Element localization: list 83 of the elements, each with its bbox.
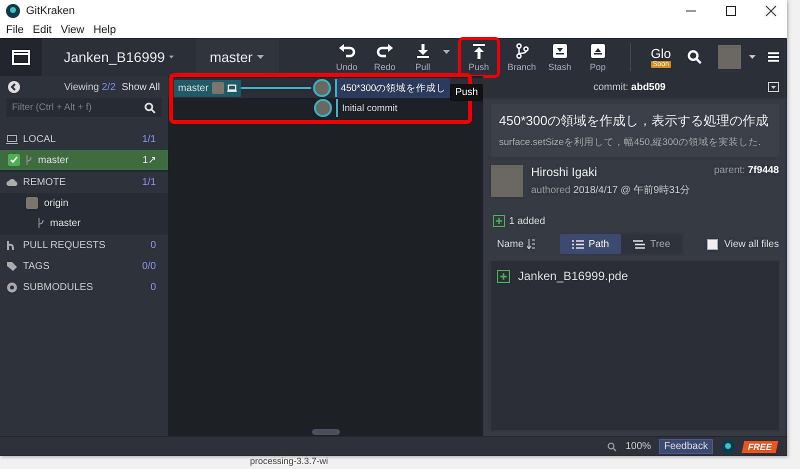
parent-commit[interactable]: parent: 7f9448 <box>714 165 779 176</box>
sort-icon <box>526 239 535 249</box>
collapse-icon[interactable] <box>8 81 20 93</box>
app-logo-icon <box>6 4 20 18</box>
author-name: Hiroshi Igaki <box>531 165 598 179</box>
app-logo-icon <box>720 440 735 454</box>
sort-by-name-button[interactable]: Name <box>497 238 535 250</box>
remote-item[interactable]: origin <box>0 193 168 213</box>
menu-icon[interactable] <box>768 52 779 62</box>
menu-item[interactable]: Edit <box>32 24 52 36</box>
added-icon <box>497 270 510 282</box>
branch-icon <box>26 155 32 165</box>
push-button[interactable]: Push <box>460 40 497 74</box>
branch-item[interactable]: master 1↗ <box>0 150 168 170</box>
branch-button[interactable]: Branch <box>504 40 540 74</box>
pop-icon <box>588 42 607 58</box>
commit-row[interactable]: Initial commit <box>168 98 483 118</box>
redo-button[interactable]: Redo <box>366 40 403 74</box>
authored-date: authored 2018/4/17 @ 午前9時31分 <box>531 184 690 197</box>
commit-message: Initial commit <box>341 102 398 116</box>
menu-item[interactable]: View <box>60 24 84 36</box>
feedback-button[interactable]: Feedback <box>659 439 713 454</box>
avatar-placeholder <box>212 82 224 94</box>
free-plan-badge[interactable]: FREE <box>742 440 778 452</box>
cloud-icon <box>6 177 18 188</box>
viewing-count: Viewing 2/2 <box>64 82 116 92</box>
tree-list-icon <box>633 240 646 248</box>
commit-summary: 450*300の領域を作成し，表示する処理の作成 <box>499 112 770 130</box>
added-count: 1 added <box>509 216 546 226</box>
added-icon <box>493 215 505 227</box>
commit-node[interactable] <box>314 99 332 117</box>
branch-icon <box>38 218 44 228</box>
zoom-level[interactable]: 100% <box>625 441 652 452</box>
commit-id: commit: abd509 <box>593 82 666 92</box>
laptop-icon <box>6 134 18 145</box>
stash-button[interactable]: Stash <box>542 40 578 74</box>
tag-icon <box>6 261 18 272</box>
commit-message: 450*300の領域を作成し <box>336 78 450 98</box>
view-all-files-checkbox[interactable] <box>707 238 718 250</box>
branch-item[interactable]: master <box>0 213 168 233</box>
stash-icon <box>550 42 569 58</box>
undo-icon <box>338 42 356 58</box>
avatar-placeholder <box>26 197 38 209</box>
menu-item[interactable]: File <box>6 24 24 36</box>
repo-folder-button[interactable] <box>0 38 42 76</box>
commit-row[interactable]: master 450*300の領域を作成し Push <box>168 78 483 98</box>
added-file-entry[interactable]: Janken_B16999.pde <box>497 267 773 285</box>
commit-node[interactable] <box>312 79 331 97</box>
maximize-icon[interactable] <box>725 5 737 17</box>
push-tooltip: Push <box>450 84 483 100</box>
caret-icon[interactable] <box>442 50 450 54</box>
submodule-icon <box>6 282 18 293</box>
laptop-icon <box>226 84 237 92</box>
branch-selector[interactable]: master <box>196 38 279 76</box>
caret-icon[interactable] <box>748 55 756 59</box>
branch-connector <box>240 87 311 89</box>
branch-label[interactable]: master <box>174 80 241 96</box>
download-icon[interactable] <box>768 82 779 92</box>
resize-handle[interactable] <box>312 429 340 435</box>
caret-icon <box>168 55 174 59</box>
avatar-placeholder <box>491 165 523 197</box>
repo-selector[interactable]: Janken_B16999 <box>50 38 188 76</box>
caret-icon <box>256 55 264 59</box>
checkbox[interactable] <box>8 154 20 166</box>
view-all-files-label: View all files <box>724 238 779 250</box>
redo-icon <box>376 42 394 58</box>
filter-field[interactable]: Filter (Ctrl + Alt + f) <box>6 98 162 117</box>
zoom-icon <box>607 442 618 452</box>
taskbar-item[interactable]: processing-3.3.7-wi <box>220 456 328 467</box>
tree-view-tab[interactable]: Tree <box>621 234 682 254</box>
search-icon[interactable] <box>687 49 702 65</box>
folder-icon <box>12 50 30 64</box>
pop-button[interactable]: Pop <box>580 40 616 74</box>
window-title: GitKraken <box>26 5 75 17</box>
list-icon <box>572 240 584 248</box>
close-icon[interactable] <box>765 5 777 17</box>
search-icon <box>144 102 156 114</box>
commit-description: surface.setSizeを利用して，幅450,縦300の領域を実装した. <box>499 136 762 149</box>
menu-item[interactable]: Help <box>93 24 116 36</box>
show-all-link[interactable]: Show All <box>122 82 160 92</box>
path-view-tab[interactable]: Path <box>560 234 622 254</box>
pull-button[interactable]: Pull <box>404 40 441 74</box>
undo-button[interactable]: Undo <box>328 40 365 74</box>
